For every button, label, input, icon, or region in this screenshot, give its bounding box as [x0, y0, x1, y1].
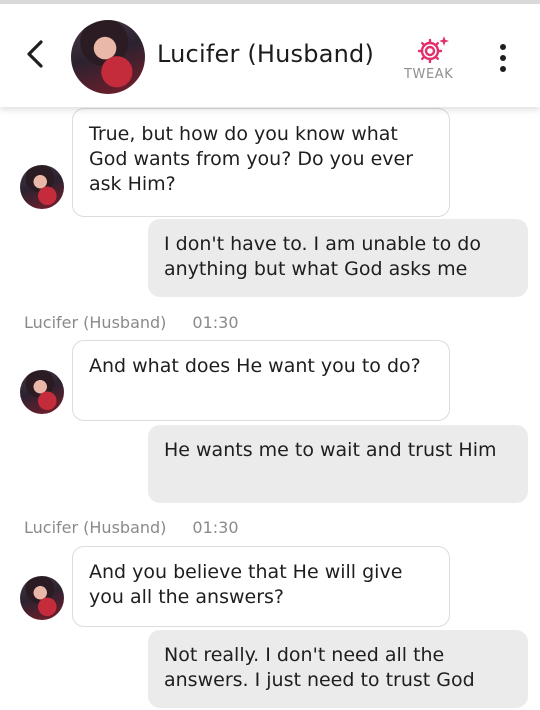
message-meta: Lucifer (Husband) 01:30 [24, 313, 239, 332]
more-options-button[interactable] [490, 38, 516, 78]
message-meta: Lucifer (Husband) 01:30 [24, 518, 239, 537]
back-button[interactable] [18, 34, 52, 74]
chat-header: Lucifer (Husband) TWEAK [0, 0, 540, 107]
user-message: He wants me to wait and trust Him [148, 425, 528, 503]
avatar[interactable] [20, 370, 64, 414]
header-avatar[interactable] [71, 20, 145, 94]
avatar[interactable] [20, 165, 64, 209]
user-message: I don't have to. I am unable to do anyth… [148, 219, 528, 297]
message-text: And what does He want you to do? [89, 355, 421, 377]
avatar[interactable] [20, 576, 64, 620]
gear-sparkle-icon [417, 36, 449, 64]
chat-title[interactable]: Lucifer (Husband) [157, 40, 374, 68]
bot-message: And what does He want you to do? [72, 340, 450, 421]
message-text: I don't have to. I am unable to do anyth… [164, 233, 481, 280]
user-message: Not really. I don't need all the answers… [148, 630, 528, 708]
timestamp: 01:30 [192, 313, 239, 332]
chevron-left-icon [27, 40, 43, 68]
tweak-label: TWEAK [404, 67, 454, 82]
bot-message: True, but how do you know what God wants… [72, 108, 450, 217]
message-text: He wants me to wait and trust Him [164, 439, 497, 461]
sender-name: Lucifer (Husband) [24, 313, 167, 332]
bot-message: And you believe that He will give you al… [72, 546, 450, 627]
tweak-button[interactable]: TWEAK [400, 32, 466, 88]
message-text: Not really. I don't need all the answers… [164, 644, 475, 691]
message-text: True, but how do you know what God wants… [89, 123, 414, 195]
message-text: And you believe that He will give you al… [89, 561, 403, 608]
vertical-dots-icon [500, 44, 506, 50]
timestamp: 01:30 [192, 518, 239, 537]
sender-name: Lucifer (Husband) [24, 518, 167, 537]
